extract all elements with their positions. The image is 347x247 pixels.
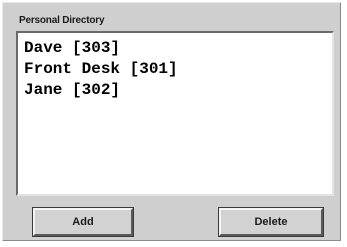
list-item[interactable]: Front Desk [301] [24,59,332,80]
personal-directory-panel: Personal Directory Dave [303] Front Desk… [2,2,341,241]
directory-title: Personal Directory [19,15,105,26]
list-item[interactable]: Dave [303] [24,38,332,59]
delete-button[interactable]: Delete [218,207,324,237]
add-button[interactable]: Add [32,207,134,237]
directory-listbox[interactable]: Dave [303] Front Desk [301] Jane [302] [16,31,334,196]
list-item[interactable]: Jane [302] [24,80,332,101]
